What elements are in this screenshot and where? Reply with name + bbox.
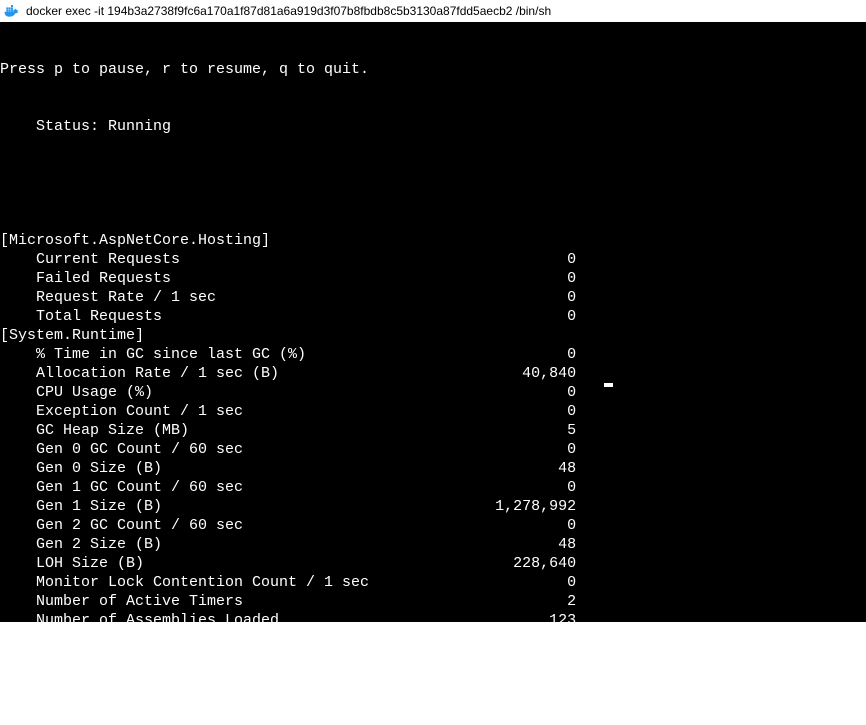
metric-label: Number of Assemblies Loaded <box>36 611 468 630</box>
metric-value: 5 <box>468 421 576 440</box>
metric-value: 0 <box>468 478 576 497</box>
metric-value: 0 <box>468 516 576 535</box>
metric-value: 40,840 <box>468 364 576 383</box>
metric-value: 0 <box>468 383 576 402</box>
metric-row: % Time in GC since last GC (%)0 <box>0 345 866 364</box>
metric-label: Total Requests <box>36 307 468 326</box>
metric-label: Gen 1 Size (B) <box>36 497 468 516</box>
metric-row: Gen 1 Size (B)1,278,992 <box>0 497 866 516</box>
metric-row: Number of Assemblies Loaded123 <box>0 611 866 630</box>
metric-row: Gen 0 GC Count / 60 sec0 <box>0 440 866 459</box>
blank-line <box>0 174 866 193</box>
metric-value: 0 <box>468 573 576 592</box>
metric-row: Current Requests0 <box>0 250 866 269</box>
metric-row: Working Set (MB)88 <box>0 687 866 706</box>
metric-label: Exception Count / 1 sec <box>36 402 468 421</box>
terminal-output[interactable]: Press p to pause, r to resume, q to quit… <box>0 22 866 622</box>
metric-row: Exception Count / 1 sec0 <box>0 402 866 421</box>
metric-row: Gen 1 GC Count / 60 sec0 <box>0 478 866 497</box>
metric-label: Gen 0 Size (B) <box>36 459 468 478</box>
metric-row: Gen 0 Size (B)48 <box>0 459 866 478</box>
metric-value: 0 <box>468 307 576 326</box>
metric-value: 2 <box>468 592 576 611</box>
metric-label: Allocation Rate / 1 sec (B) <box>36 364 468 383</box>
metric-row: Request Rate / 1 sec0 <box>0 288 866 307</box>
window-title: docker exec -it 194b3a2738f9fc6a170a1f87… <box>26 4 551 18</box>
metric-label: GC Heap Size (MB) <box>36 421 468 440</box>
metric-value: 48 <box>468 459 576 478</box>
metric-label: ThreadPool Thread Count <box>36 668 468 687</box>
metric-label: Working Set (MB) <box>36 687 468 706</box>
metric-row: Failed Requests0 <box>0 269 866 288</box>
metric-label: Number of Active Timers <box>36 592 468 611</box>
metric-row: Gen 2 GC Count / 60 sec0 <box>0 516 866 535</box>
window-titlebar: docker exec -it 194b3a2738f9fc6a170a1f87… <box>0 0 866 22</box>
metric-label: Failed Requests <box>36 269 468 288</box>
metric-value: 4 <box>468 630 576 649</box>
metric-row: Gen 2 Size (B)48 <box>0 535 866 554</box>
metric-label: ThreadPool Queue Length <box>36 649 468 668</box>
section-header: [Microsoft.AspNetCore.Hosting] <box>0 231 866 250</box>
metric-label: Monitor Lock Contention Count / 1 sec <box>36 573 468 592</box>
metric-value: 228,640 <box>468 554 576 573</box>
metric-row: Monitor Lock Contention Count / 1 sec0 <box>0 573 866 592</box>
metric-value: 0 <box>468 402 576 421</box>
metric-row: ThreadPool Thread Count4 <box>0 668 866 687</box>
metric-value: 0 <box>468 440 576 459</box>
metric-row: Number of Active Timers2 <box>0 592 866 611</box>
metric-value: 0 <box>468 269 576 288</box>
metric-row: CPU Usage (%)0 <box>0 383 866 402</box>
metric-label: Gen 2 GC Count / 60 sec <box>36 516 468 535</box>
status-line: Status: Running <box>0 117 866 136</box>
metric-value: 0 <box>468 649 576 668</box>
metric-row: ThreadPool Completed Work Item Count / 1… <box>0 630 866 649</box>
metric-row: Allocation Rate / 1 sec (B)40,840 <box>0 364 866 383</box>
metric-row: Total Requests0 <box>0 307 866 326</box>
terminal-cursor <box>604 383 613 387</box>
metric-label: Gen 0 GC Count / 60 sec <box>36 440 468 459</box>
section-header: [System.Runtime] <box>0 326 866 345</box>
metric-value: 1,278,992 <box>468 497 576 516</box>
metric-value: 0 <box>468 345 576 364</box>
instructions-line: Press p to pause, r to resume, q to quit… <box>0 60 866 79</box>
metric-value: 48 <box>468 535 576 554</box>
metric-row: ThreadPool Queue Length0 <box>0 649 866 668</box>
metric-label: Gen 1 GC Count / 60 sec <box>36 478 468 497</box>
metric-value: 4 <box>468 668 576 687</box>
metric-label: LOH Size (B) <box>36 554 468 573</box>
metric-label: Gen 2 Size (B) <box>36 535 468 554</box>
docker-icon <box>4 3 20 19</box>
metric-label: CPU Usage (%) <box>36 383 468 402</box>
metric-value: 0 <box>468 288 576 307</box>
metric-row: LOH Size (B)228,640 <box>0 554 866 573</box>
metric-label: % Time in GC since last GC (%) <box>36 345 468 364</box>
metric-value: 0 <box>468 250 576 269</box>
metric-label: Current Requests <box>36 250 468 269</box>
metric-row: GC Heap Size (MB)5 <box>0 421 866 440</box>
metric-label: ThreadPool Completed Work Item Count / 1… <box>36 630 468 649</box>
metric-value: 88 <box>468 687 576 706</box>
metric-value: 123 <box>468 611 576 630</box>
metric-label: Request Rate / 1 sec <box>36 288 468 307</box>
